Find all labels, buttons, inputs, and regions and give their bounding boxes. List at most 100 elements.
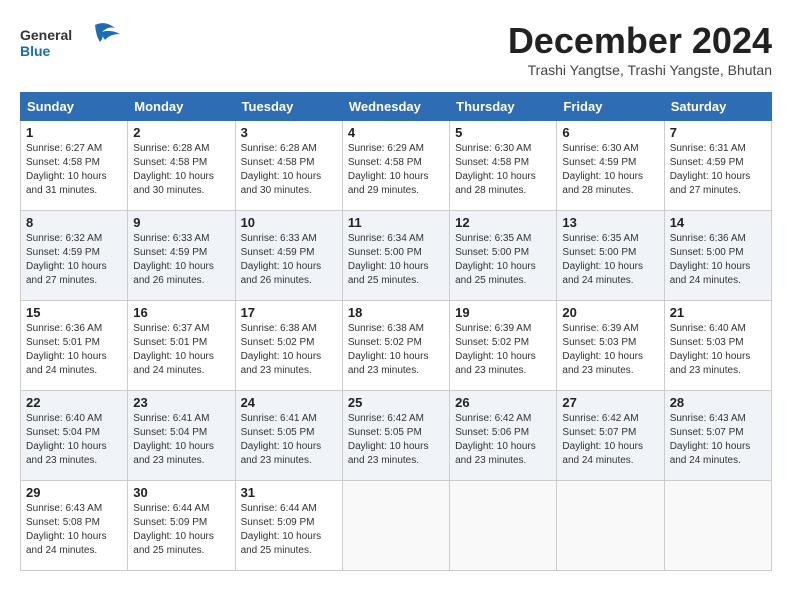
day-sunrise: Sunrise: 6:35 AM (455, 233, 531, 244)
day-daylight: Daylight: 10 hours and 24 minutes. (670, 441, 751, 466)
day-sunset: Sunset: 4:58 PM (455, 157, 529, 168)
day-sunset: Sunset: 5:00 PM (670, 247, 744, 258)
general-blue-logo: General Blue (20, 20, 130, 65)
day-sunset: Sunset: 4:59 PM (26, 247, 100, 258)
day-daylight: Daylight: 10 hours and 25 minutes. (348, 261, 429, 286)
day-sunset: Sunset: 5:07 PM (670, 427, 744, 438)
day-daylight: Daylight: 10 hours and 28 minutes. (562, 171, 643, 196)
day-sunrise: Sunrise: 6:38 AM (241, 323, 317, 334)
day-sunset: Sunset: 5:09 PM (133, 517, 207, 528)
day-daylight: Daylight: 10 hours and 23 minutes. (241, 441, 322, 466)
day-sunrise: Sunrise: 6:32 AM (26, 233, 102, 244)
table-row: 6 Sunrise: 6:30 AM Sunset: 4:59 PM Dayli… (557, 121, 664, 211)
day-sunset: Sunset: 5:01 PM (133, 337, 207, 348)
title-section: December 2024 Trashi Yangtse, Trashi Yan… (508, 20, 772, 88)
day-sunrise: Sunrise: 6:34 AM (348, 233, 424, 244)
table-row (664, 481, 771, 571)
table-row: 18 Sunrise: 6:38 AM Sunset: 5:02 PM Dayl… (342, 301, 449, 391)
day-number: 13 (562, 215, 658, 230)
day-daylight: Daylight: 10 hours and 23 minutes. (348, 351, 429, 376)
day-daylight: Daylight: 10 hours and 24 minutes. (670, 261, 751, 286)
table-row: 7 Sunrise: 6:31 AM Sunset: 4:59 PM Dayli… (664, 121, 771, 211)
col-saturday: Saturday (664, 93, 771, 121)
day-sunrise: Sunrise: 6:41 AM (133, 413, 209, 424)
table-row: 1 Sunrise: 6:27 AM Sunset: 4:58 PM Dayli… (21, 121, 128, 211)
day-daylight: Daylight: 10 hours and 24 minutes. (26, 531, 107, 556)
day-number: 15 (26, 305, 122, 320)
calendar-table: Sunday Monday Tuesday Wednesday Thursday… (20, 92, 772, 571)
day-number: 4 (348, 125, 444, 140)
day-number: 28 (670, 395, 766, 410)
day-daylight: Daylight: 10 hours and 24 minutes. (562, 261, 643, 286)
day-sunset: Sunset: 5:05 PM (241, 427, 315, 438)
calendar-week-row: 29 Sunrise: 6:43 AM Sunset: 5:08 PM Dayl… (21, 481, 772, 571)
calendar-week-row: 1 Sunrise: 6:27 AM Sunset: 4:58 PM Dayli… (21, 121, 772, 211)
day-sunrise: Sunrise: 6:30 AM (455, 143, 531, 154)
day-number: 17 (241, 305, 337, 320)
day-daylight: Daylight: 10 hours and 23 minutes. (455, 351, 536, 376)
day-daylight: Daylight: 10 hours and 25 minutes. (241, 531, 322, 556)
day-sunset: Sunset: 4:59 PM (670, 157, 744, 168)
day-daylight: Daylight: 10 hours and 24 minutes. (562, 441, 643, 466)
day-number: 8 (26, 215, 122, 230)
table-row: 30 Sunrise: 6:44 AM Sunset: 5:09 PM Dayl… (128, 481, 235, 571)
day-number: 14 (670, 215, 766, 230)
day-sunrise: Sunrise: 6:33 AM (241, 233, 317, 244)
day-sunset: Sunset: 4:58 PM (241, 157, 315, 168)
day-sunset: Sunset: 4:59 PM (133, 247, 207, 258)
day-number: 12 (455, 215, 551, 230)
logo: General Blue (20, 20, 130, 70)
day-sunrise: Sunrise: 6:28 AM (133, 143, 209, 154)
table-row: 2 Sunrise: 6:28 AM Sunset: 4:58 PM Dayli… (128, 121, 235, 211)
table-row: 13 Sunrise: 6:35 AM Sunset: 5:00 PM Dayl… (557, 211, 664, 301)
day-sunset: Sunset: 5:07 PM (562, 427, 636, 438)
table-row: 26 Sunrise: 6:42 AM Sunset: 5:06 PM Dayl… (450, 391, 557, 481)
day-number: 7 (670, 125, 766, 140)
day-number: 3 (241, 125, 337, 140)
day-daylight: Daylight: 10 hours and 25 minutes. (133, 531, 214, 556)
day-sunset: Sunset: 5:01 PM (26, 337, 100, 348)
svg-text:Blue: Blue (20, 43, 51, 59)
day-daylight: Daylight: 10 hours and 23 minutes. (348, 441, 429, 466)
day-sunset: Sunset: 5:00 PM (455, 247, 529, 258)
day-number: 29 (26, 485, 122, 500)
col-thursday: Thursday (450, 93, 557, 121)
table-row: 16 Sunrise: 6:37 AM Sunset: 5:01 PM Dayl… (128, 301, 235, 391)
table-row: 9 Sunrise: 6:33 AM Sunset: 4:59 PM Dayli… (128, 211, 235, 301)
table-row: 12 Sunrise: 6:35 AM Sunset: 5:00 PM Dayl… (450, 211, 557, 301)
day-sunset: Sunset: 5:08 PM (26, 517, 100, 528)
col-monday: Monday (128, 93, 235, 121)
day-number: 2 (133, 125, 229, 140)
table-row (557, 481, 664, 571)
day-daylight: Daylight: 10 hours and 23 minutes. (26, 441, 107, 466)
day-sunrise: Sunrise: 6:29 AM (348, 143, 424, 154)
day-sunrise: Sunrise: 6:36 AM (670, 233, 746, 244)
table-row: 29 Sunrise: 6:43 AM Sunset: 5:08 PM Dayl… (21, 481, 128, 571)
day-daylight: Daylight: 10 hours and 26 minutes. (133, 261, 214, 286)
day-sunset: Sunset: 5:03 PM (562, 337, 636, 348)
day-daylight: Daylight: 10 hours and 27 minutes. (26, 261, 107, 286)
calendar-title: December 2024 (508, 20, 772, 62)
day-sunset: Sunset: 5:02 PM (348, 337, 422, 348)
day-sunrise: Sunrise: 6:39 AM (562, 323, 638, 334)
calendar-subtitle: Trashi Yangtse, Trashi Yangste, Bhutan (508, 62, 772, 78)
table-row: 21 Sunrise: 6:40 AM Sunset: 5:03 PM Dayl… (664, 301, 771, 391)
day-sunrise: Sunrise: 6:40 AM (26, 413, 102, 424)
table-row: 11 Sunrise: 6:34 AM Sunset: 5:00 PM Dayl… (342, 211, 449, 301)
day-number: 21 (670, 305, 766, 320)
day-sunset: Sunset: 4:58 PM (348, 157, 422, 168)
day-daylight: Daylight: 10 hours and 30 minutes. (241, 171, 322, 196)
table-row: 8 Sunrise: 6:32 AM Sunset: 4:59 PM Dayli… (21, 211, 128, 301)
table-row: 31 Sunrise: 6:44 AM Sunset: 5:09 PM Dayl… (235, 481, 342, 571)
table-row: 17 Sunrise: 6:38 AM Sunset: 5:02 PM Dayl… (235, 301, 342, 391)
day-sunrise: Sunrise: 6:39 AM (455, 323, 531, 334)
day-number: 10 (241, 215, 337, 230)
table-row: 10 Sunrise: 6:33 AM Sunset: 4:59 PM Dayl… (235, 211, 342, 301)
day-number: 16 (133, 305, 229, 320)
table-row: 4 Sunrise: 6:29 AM Sunset: 4:58 PM Dayli… (342, 121, 449, 211)
table-row: 27 Sunrise: 6:42 AM Sunset: 5:07 PM Dayl… (557, 391, 664, 481)
day-daylight: Daylight: 10 hours and 28 minutes. (455, 171, 536, 196)
col-sunday: Sunday (21, 93, 128, 121)
table-row: 28 Sunrise: 6:43 AM Sunset: 5:07 PM Dayl… (664, 391, 771, 481)
svg-text:General: General (20, 27, 72, 43)
